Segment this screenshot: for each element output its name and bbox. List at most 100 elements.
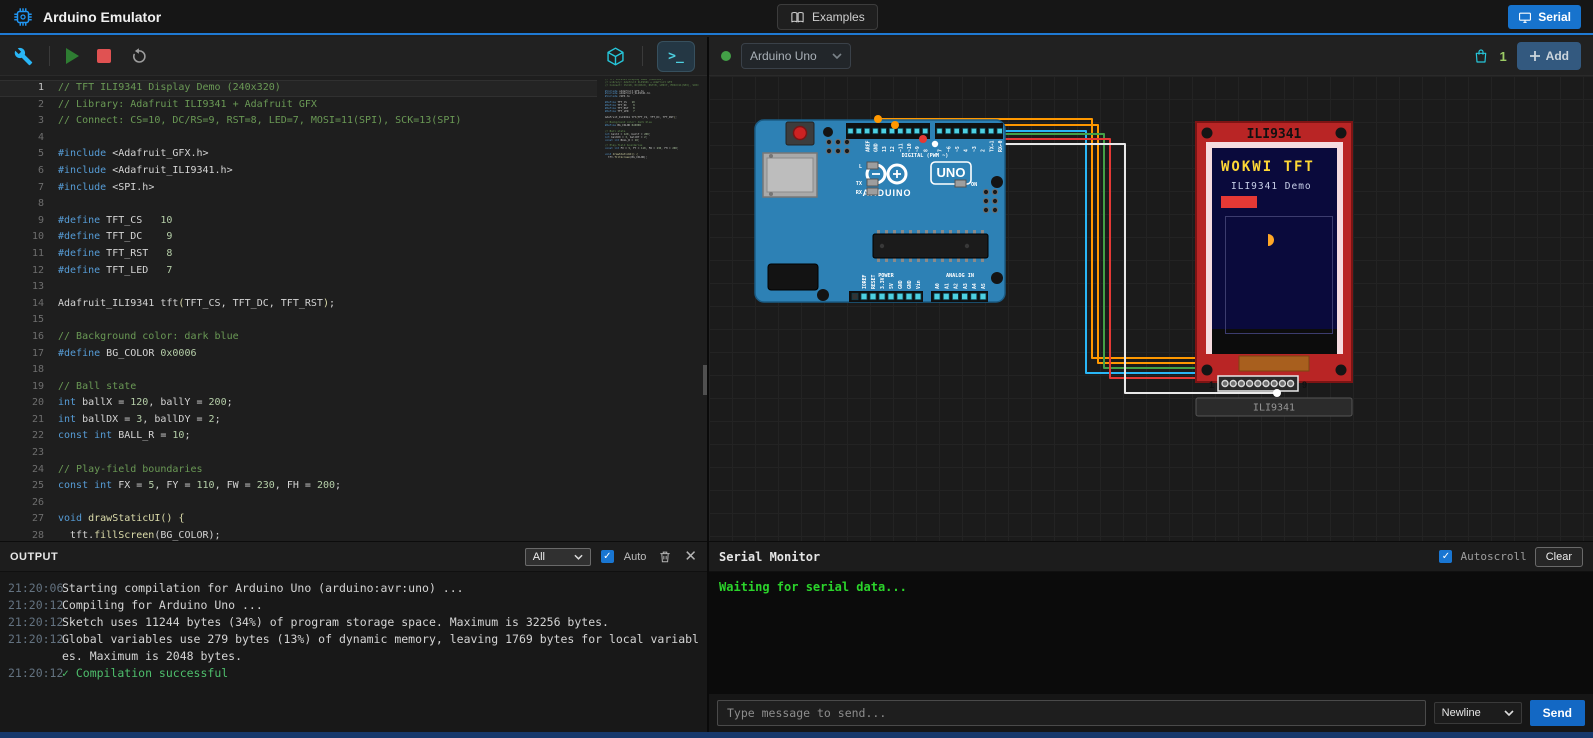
wire-endpoint-white-end[interactable] — [1273, 389, 1281, 397]
display-pin[interactable] — [1279, 381, 1285, 387]
code-line[interactable]: // Play-field boundaries — [58, 462, 597, 479]
display-pin[interactable] — [1263, 381, 1269, 387]
code-line[interactable] — [58, 279, 597, 296]
simulation-canvas[interactable]: AREFGND1312~11~10~987~6~54~32TX→1RX←0IOR… — [709, 76, 1593, 541]
code-line[interactable]: #include <Adafruit_ILI9341.h> — [58, 163, 597, 180]
display-pin[interactable] — [1222, 381, 1228, 387]
log-timestamp: 21:20:06 — [8, 580, 62, 597]
code-line[interactable] — [58, 495, 597, 512]
monitor-icon — [1518, 11, 1532, 24]
log-timestamp: 21:20:12 — [8, 631, 62, 665]
settings-wrench-button[interactable] — [12, 45, 35, 68]
serial-message-input[interactable] — [717, 700, 1426, 726]
code-line[interactable]: Adafruit_ILI9341 tft(TFT_CS, TFT_DC, TFT… — [58, 296, 597, 313]
code-line[interactable] — [58, 445, 597, 462]
analog-pin — [934, 293, 940, 299]
code-line[interactable]: #define TFT_CS 10 — [58, 213, 597, 230]
serial-monitor-header: Serial Monitor ✓ Autoscroll Clear — [709, 542, 1593, 572]
reset-button[interactable] — [786, 122, 814, 145]
code-line[interactable]: tft.fillScreen(BG_COLOR); — [58, 528, 597, 541]
display-pin[interactable] — [1255, 381, 1261, 387]
wire-endpoint-white-start[interactable] — [932, 141, 938, 147]
code-line[interactable] — [58, 312, 597, 329]
restart-button[interactable] — [127, 45, 150, 68]
power-pin — [852, 293, 858, 299]
toolbar-divider — [642, 46, 643, 66]
code-line[interactable]: #define BG_COLOR 0x0006 — [58, 346, 597, 363]
serial-monitor-panel: Serial Monitor ✓ Autoscroll Clear Waitin… — [709, 541, 1593, 732]
code-line[interactable]: // Ball state — [58, 379, 597, 396]
code-line[interactable]: #include <Adafruit_GFX.h> — [58, 146, 597, 163]
add-part-button[interactable]: Add — [1517, 42, 1581, 70]
run-button[interactable] — [64, 46, 81, 66]
code-line[interactable]: int ballX = 120, ballY = 200; — [58, 395, 597, 412]
line-number: 18 — [0, 362, 44, 379]
display-pin[interactable] — [1271, 381, 1277, 387]
wire-endpoint-orange-2[interactable] — [891, 121, 899, 129]
output-clear-button[interactable] — [656, 547, 674, 566]
display-pin[interactable] — [1247, 381, 1253, 387]
line-number: 12 — [0, 263, 44, 280]
output-auto-checkbox[interactable]: ✓ — [601, 550, 614, 563]
line-number: 22 — [0, 428, 44, 445]
code-line[interactable]: #include <SPI.h> — [58, 180, 597, 197]
display-pin[interactable] — [1288, 381, 1294, 387]
examples-button[interactable]: Examples — [777, 4, 878, 30]
code-line[interactable]: const int BALL_R = 10; — [58, 428, 597, 445]
display-title: ILI9341 — [1247, 127, 1302, 142]
serial-toggle-button[interactable]: Serial — [1508, 5, 1581, 29]
line-number: 3 — [0, 113, 44, 130]
screen-subtitle-text: ILI9341 Demo — [1231, 181, 1312, 192]
code-line[interactable]: #define TFT_RST 8 — [58, 246, 597, 263]
display-pin[interactable] — [1230, 381, 1236, 387]
autoscroll-checkbox[interactable]: ✓ — [1439, 550, 1452, 563]
board-select[interactable]: Arduino Uno — [741, 43, 851, 69]
stop-icon — [97, 49, 111, 63]
code-line[interactable]: // Library: Adafruit ILI9341 + Adafruit … — [58, 97, 597, 114]
line-ending-select[interactable]: Newline — [1434, 702, 1522, 724]
serial-send-button[interactable]: Send — [1530, 700, 1585, 726]
display-pin-header[interactable]: 1 9 — [1209, 376, 1307, 391]
minimap[interactable]: // TFT ILI9341 Display Demo (240x320)// … — [605, 79, 699, 160]
log-message: Sketch uses 11244 bytes (34%) of program… — [62, 614, 699, 631]
arduino-uno-board[interactable]: AREFGND1312~11~10~987~6~54~32TX→1RX←0IOR… — [755, 120, 1005, 302]
code-editor[interactable]: 1234567891011121314151617181920212223242… — [0, 76, 707, 541]
terminal-toggle-button[interactable]: >_ — [657, 41, 695, 72]
code-lines[interactable]: // TFT ILI9341 Display Demo (240x320)// … — [58, 80, 597, 541]
stop-button[interactable] — [95, 47, 113, 65]
wire-endpoint-orange-1[interactable] — [874, 115, 882, 123]
simulation-panel: Arduino Uno 1 Add — [709, 37, 1593, 732]
code-line[interactable] — [58, 130, 597, 147]
wire-endpoint-red[interactable] — [919, 135, 927, 143]
code-line[interactable]: // Background color: dark blue — [58, 329, 597, 346]
display-pin[interactable] — [1238, 381, 1244, 387]
output-close-button[interactable]: ✕ — [684, 549, 697, 564]
line-number: 14 — [0, 296, 44, 313]
pin-silkscreen-label: IOREF — [862, 274, 868, 289]
display-screen[interactable] — [1212, 148, 1337, 329]
code-line[interactable] — [58, 196, 597, 213]
output-filter-select[interactable]: All — [525, 548, 591, 566]
code-line[interactable]: #define TFT_LED 7 — [58, 263, 597, 280]
digital-pin — [898, 128, 903, 133]
code-line[interactable]: #define TFT_DC 9 — [58, 229, 597, 246]
line-number: 28 — [0, 528, 44, 541]
trash-icon — [658, 549, 672, 564]
chevron-down-icon — [574, 554, 583, 560]
ili9341-display[interactable]: ILI9341 WOKWI TFT ILI9341 Demo — [1196, 122, 1352, 416]
code-line[interactable]: // Connect: CS=10, DC/RS=9, RST=8, LED=7… — [58, 113, 597, 130]
code-line[interactable]: void drawStaticUI() { — [58, 511, 597, 528]
pin-silkscreen-label: AREF — [865, 140, 871, 152]
line-number: 8 — [0, 196, 44, 213]
digital-pin — [997, 128, 1002, 133]
app-title: Arduino Emulator — [43, 9, 161, 25]
serial-clear-button[interactable]: Clear — [1535, 547, 1583, 567]
log-message: Compiling for Arduino Uno ... — [62, 597, 699, 614]
pin-silkscreen-label: ~9 — [915, 146, 921, 152]
editor-scrollbar[interactable] — [703, 365, 707, 395]
code-line[interactable] — [58, 362, 597, 379]
code-line[interactable]: // TFT ILI9341 Display Demo (240x320) — [58, 80, 597, 97]
library-manager-button[interactable] — [603, 44, 628, 69]
code-line[interactable]: int ballDX = 3, ballDY = 2; — [58, 412, 597, 429]
code-line[interactable]: const int FX = 5, FY = 110, FW = 230, FH… — [58, 478, 597, 495]
